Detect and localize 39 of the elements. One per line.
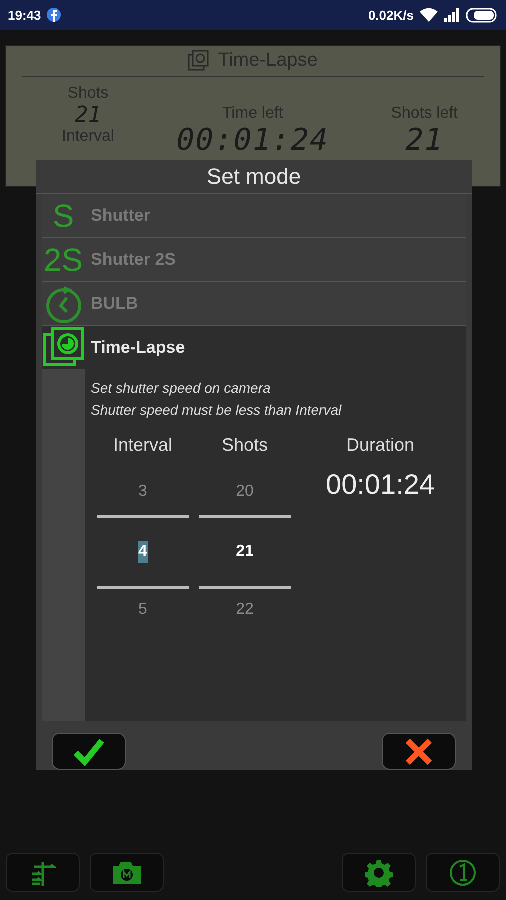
checkmark-icon bbox=[73, 738, 105, 766]
hint-text: Shutter speed must be less than Interval bbox=[91, 401, 343, 420]
settings-icon bbox=[365, 858, 393, 886]
mode-icon: 2S bbox=[44, 244, 84, 276]
cancel-button[interactable] bbox=[382, 733, 456, 770]
timeline-icon bbox=[30, 860, 56, 886]
picker-value[interactable]: 20 bbox=[236, 469, 254, 515]
picker-label: Shots bbox=[222, 435, 268, 457]
picker-value[interactable]: 21 bbox=[236, 543, 254, 561]
timeline-button[interactable] bbox=[6, 853, 80, 892]
mode-icon: S bbox=[52, 200, 74, 232]
settings-button[interactable] bbox=[342, 853, 416, 892]
camera-stack-icon bbox=[188, 50, 210, 72]
network-speed: 0.02K/s bbox=[368, 8, 414, 22]
mode-item[interactable]: Time-Lapse bbox=[42, 326, 466, 369]
info-button[interactable] bbox=[426, 853, 500, 892]
time-left-value: 00:01:24 bbox=[176, 123, 330, 158]
timer-icon bbox=[44, 284, 84, 324]
wifi-icon bbox=[420, 8, 438, 22]
picker-value[interactable]: 5 bbox=[138, 589, 148, 631]
shots-value: 21 bbox=[74, 103, 102, 128]
duration-label: Duration bbox=[346, 435, 415, 457]
clock-time: 19:43 bbox=[8, 8, 42, 22]
close-icon bbox=[405, 738, 433, 766]
facebook-icon bbox=[47, 8, 62, 22]
camera-mode-button[interactable] bbox=[90, 853, 164, 892]
signal-icon bbox=[444, 8, 460, 22]
info-icon bbox=[449, 858, 477, 886]
picker-label: Interval bbox=[113, 435, 173, 457]
picker-value[interactable]: 3 bbox=[138, 469, 148, 515]
picker-value[interactable]: 22 bbox=[236, 589, 254, 631]
camera-icon bbox=[112, 860, 142, 884]
confirm-button[interactable] bbox=[52, 733, 126, 770]
shots-left-value: 21 bbox=[406, 123, 444, 158]
battery-icon bbox=[466, 8, 498, 22]
camera-stack-icon bbox=[42, 326, 84, 368]
hint-text: Set shutter speed on camera bbox=[91, 379, 272, 398]
duration-value: 00:01:24 bbox=[326, 469, 435, 501]
picker-value[interactable]: 4 bbox=[138, 541, 148, 563]
